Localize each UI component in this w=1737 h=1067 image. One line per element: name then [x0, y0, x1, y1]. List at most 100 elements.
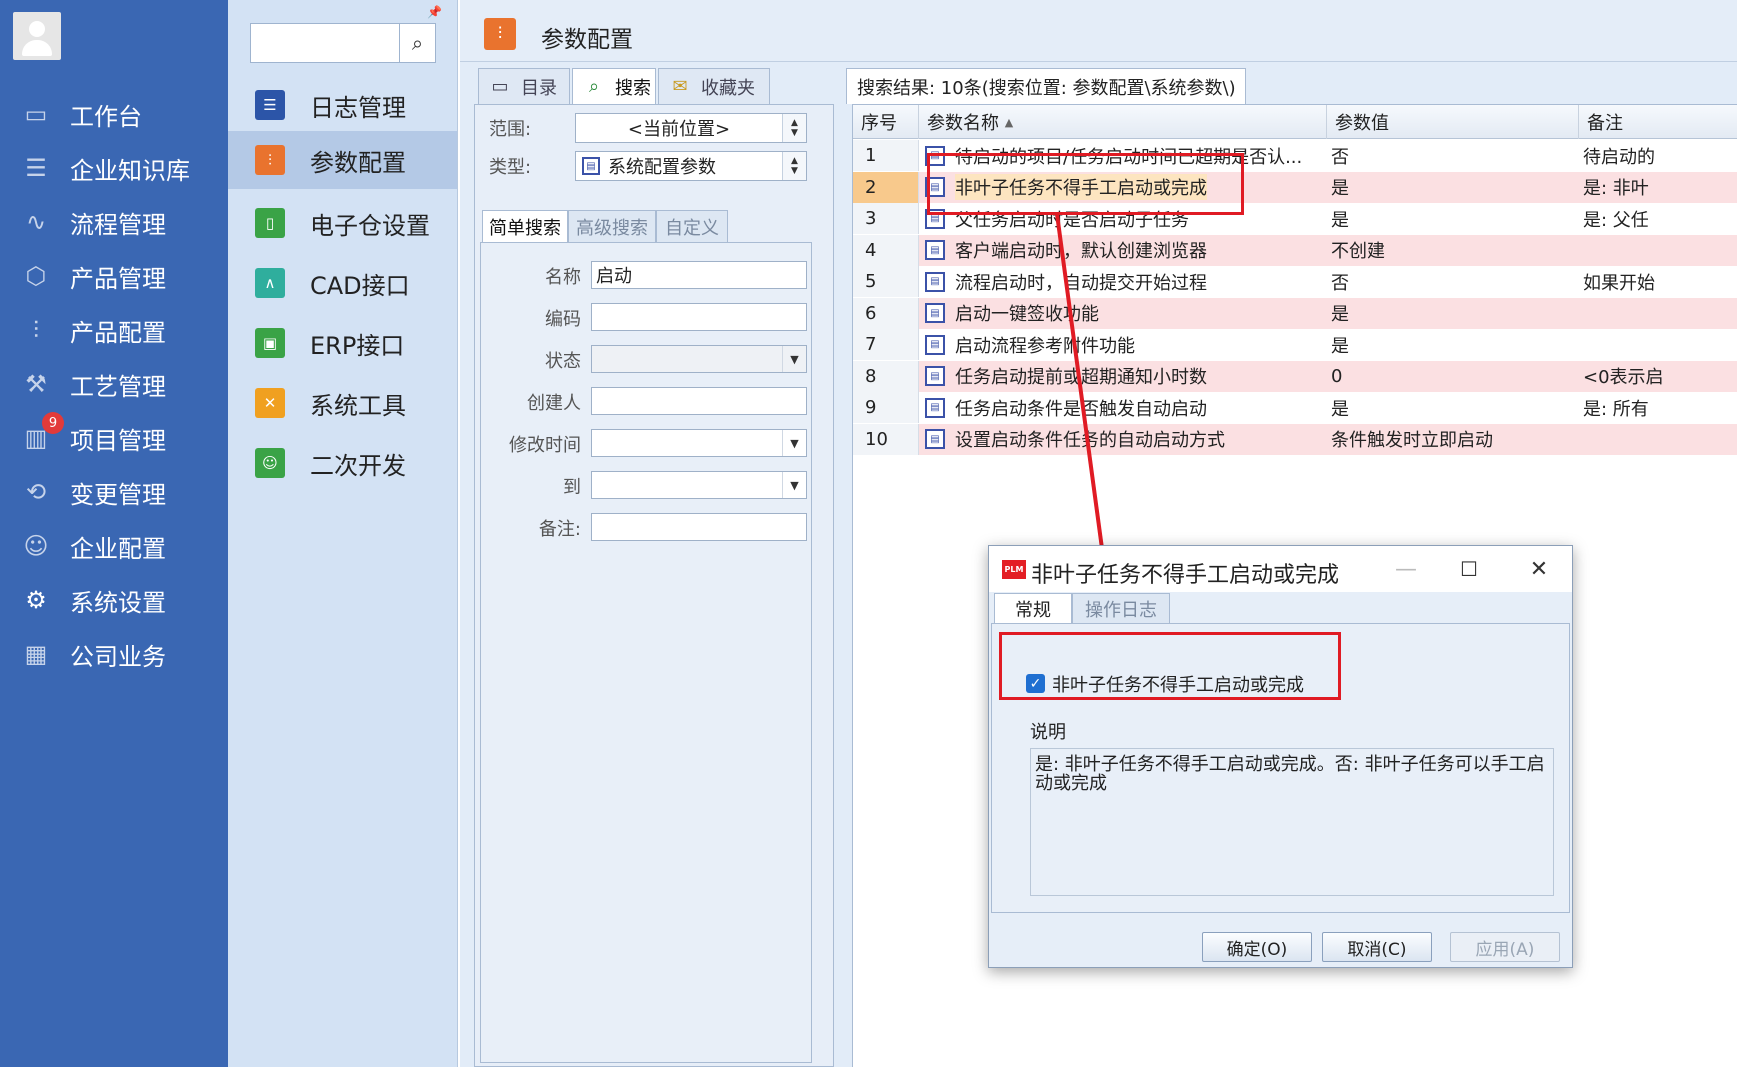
- status-select[interactable]: ▼: [591, 345, 807, 373]
- sidebar-item-product-config[interactable]: ⫶ 产品配置: [0, 302, 228, 358]
- modified-to-select[interactable]: ▼: [591, 471, 807, 499]
- sidebar-item-label: 变更管理: [70, 480, 166, 509]
- close-icon[interactable]: ✕: [1521, 554, 1557, 584]
- spinner-icon[interactable]: ▲ ▼: [782, 152, 806, 180]
- sidebar-item-system-settings[interactable]: ⚙ 系统设置: [0, 572, 228, 628]
- table-row[interactable]: 3 ▤ 父任务启动时是否启动子任务 是 是: 父任: [853, 203, 1737, 234]
- sidebar-item-knowledge-base[interactable]: ☰ 企业知识库: [0, 140, 228, 196]
- results-tab[interactable]: 搜索结果: 10条(搜索位置: 参数配置\系统参数\): [846, 68, 1246, 104]
- subpanel-item-erp[interactable]: ▣ ERP接口: [228, 314, 457, 372]
- cell-text: 客户端启动时，默认创建浏览器: [955, 241, 1207, 262]
- sidebar-item-enterprise-config[interactable]: ☺ 企业配置: [0, 518, 228, 574]
- cell-text: 任务启动提前或超期通知小时数: [955, 367, 1207, 388]
- cell-text: 设置启动条件任务的自动启动方式: [955, 430, 1225, 451]
- param-edit-dialog: PLM 非叶子任务不得手工启动或完成 — ☐ ✕ 常规 操作日志 ✓ 非叶子任务…: [988, 545, 1573, 968]
- subpanel-item-log[interactable]: ☰ 日志管理: [228, 76, 457, 134]
- sidebar-item-company-business[interactable]: ▦ 公司业务: [0, 626, 228, 682]
- tab-search[interactable]: ⌕ 搜索: [572, 68, 656, 104]
- scope-select[interactable]: <当前位置> ▲ ▼: [575, 113, 807, 143]
- cell-text: 待启动的项目/任务启动时间已超期是否认...: [955, 146, 1303, 168]
- modified-label: 修改时间: [509, 435, 581, 456]
- user-avatar[interactable]: [13, 12, 61, 60]
- param-icon: ▤: [925, 397, 945, 418]
- cell-note: 是: 所有: [1579, 392, 1737, 423]
- column-header-value[interactable]: 参数值: [1327, 105, 1579, 139]
- description-textarea[interactable]: 是: 非叶子任务不得手工启动或完成。否: 非叶子任务可以手工启动或完成: [1030, 748, 1554, 896]
- chevron-down-icon[interactable]: ▼: [782, 472, 806, 498]
- spinner-icon[interactable]: ▲ ▼: [782, 114, 806, 142]
- table-row[interactable]: 9 ▤ 任务启动条件是否触发自动启动 是 是: 所有: [853, 392, 1737, 423]
- cell-text: 不创建: [1331, 241, 1385, 262]
- pin-icon[interactable]: 📌: [427, 5, 442, 19]
- table-row[interactable]: 1 ▤ 待启动的项目/任务启动时间已超期是否认... 否 待启动的: [853, 140, 1737, 171]
- table-row[interactable]: 5 ▤ 流程启动时，自动提交开始过程 否 如果开始: [853, 266, 1737, 297]
- sidebar-item-process[interactable]: ∿ 流程管理: [0, 194, 228, 250]
- table-row[interactable]: 10 ▤ 设置启动条件任务的自动启动方式 条件触发时立即启动: [853, 423, 1737, 455]
- param-icon: ▤: [925, 208, 945, 229]
- tab-label: 常规: [1015, 599, 1051, 621]
- sidebar-item-workbench[interactable]: ▭ 工作台: [0, 86, 228, 142]
- subpanel-item-dev[interactable]: ☺ 二次开发: [228, 434, 457, 492]
- tab-operation-log[interactable]: 操作日志: [1072, 593, 1170, 623]
- sidebar-item-project[interactable]: ▥ 9 项目管理: [0, 410, 228, 466]
- minimize-icon[interactable]: —: [1388, 554, 1424, 584]
- param-icon: ▤: [925, 334, 945, 355]
- maximize-icon[interactable]: ☐: [1451, 554, 1487, 584]
- cell-text: 任务启动条件是否触发自动启动: [955, 398, 1207, 420]
- subpanel-item-label: 参数配置: [310, 148, 406, 177]
- code-label: 编码: [545, 309, 581, 330]
- cell-note: 是: 非叶: [1579, 172, 1737, 203]
- cell-no: 5: [853, 266, 919, 297]
- cell-value: 是: [1327, 392, 1567, 423]
- subpanel-item-storage[interactable]: ▯ 电子仓设置: [228, 194, 457, 252]
- sort-asc-icon: ▲: [1004, 115, 1014, 129]
- subpanel-item-cad[interactable]: ∧ CAD接口: [228, 254, 457, 312]
- type-select[interactable]: ▤ 系统配置参数 ▲ ▼: [575, 151, 807, 181]
- param-icon: ▤: [925, 145, 945, 166]
- flow-icon: ∿: [25, 208, 47, 236]
- tab-advanced-search[interactable]: 高级搜索: [568, 210, 656, 242]
- cell-name: ▤ 任务启动条件是否触发自动启动: [919, 392, 1319, 423]
- modified-from-select[interactable]: ▼: [591, 429, 807, 457]
- cell-text: 5: [865, 271, 877, 292]
- search-icon[interactable]: ⌕: [399, 24, 435, 62]
- table-row[interactable]: 8 ▤ 任务启动提前或超期通知小时数 0 <0表示启: [853, 360, 1737, 392]
- monitor-icon: ▭: [24, 100, 48, 128]
- tab-simple-search[interactable]: 简单搜索: [482, 210, 568, 242]
- description-text: 是: 非叶子任务不得手工启动或完成。否: 非叶子任务可以手工启动或完成: [1035, 754, 1545, 794]
- creator-input[interactable]: [591, 387, 807, 415]
- checkbox-checked-icon[interactable]: ✓: [1026, 674, 1045, 693]
- ok-button[interactable]: 确定(O): [1202, 932, 1312, 962]
- chevron-down-icon[interactable]: ▼: [782, 346, 806, 372]
- cancel-button[interactable]: 取消(C): [1322, 932, 1432, 962]
- note-input[interactable]: [591, 513, 807, 541]
- chevron-down-icon[interactable]: ▼: [782, 430, 806, 456]
- sidebar-item-change[interactable]: ⟲ 变更管理: [0, 464, 228, 520]
- column-header-note[interactable]: 备注: [1579, 105, 1737, 139]
- subpanel-item-tools[interactable]: ✕ 系统工具: [228, 374, 457, 432]
- name-value: 启动: [596, 266, 632, 287]
- name-input[interactable]: 启动: [591, 261, 807, 289]
- subpanel-item-params[interactable]: ⫶ 参数配置: [228, 131, 457, 189]
- table-row[interactable]: 6 ▤ 启动一键签收功能 是: [853, 297, 1737, 329]
- cell-no: 2: [853, 171, 919, 203]
- sidebar-item-label: 工艺管理: [70, 372, 166, 401]
- erp-icon: ▣: [255, 328, 285, 358]
- tab-favorites[interactable]: ✉ 收藏夹: [658, 68, 770, 104]
- menu-search-input[interactable]: ⌕: [250, 23, 436, 63]
- table-row[interactable]: 2 ▤ 非叶子任务不得手工启动或完成 是 是: 非叶: [853, 171, 1737, 203]
- tab-label: 目录: [521, 77, 557, 99]
- table-row[interactable]: 7 ▤ 启动流程参考附件功能 是: [853, 329, 1737, 360]
- table-row[interactable]: 4 ▤ 客户端启动时，默认创建浏览器 不创建: [853, 234, 1737, 266]
- column-header-name[interactable]: 参数名称 ▲: [919, 105, 1327, 139]
- cell-text: 是: 非叶: [1583, 178, 1649, 199]
- tab-general[interactable]: 常规: [994, 593, 1072, 623]
- code-input[interactable]: [591, 303, 807, 331]
- tab-directory[interactable]: ▭ 目录: [478, 68, 570, 104]
- sidebar-item-product[interactable]: ⬡ 产品管理: [0, 248, 228, 304]
- cell-text: 是: 所有: [1583, 398, 1649, 420]
- column-header-no[interactable]: 序号: [853, 105, 919, 139]
- apply-button[interactable]: 应用(A): [1450, 932, 1560, 962]
- sidebar-item-craft[interactable]: ⚒ 工艺管理: [0, 356, 228, 412]
- tab-custom[interactable]: 自定义: [656, 210, 728, 242]
